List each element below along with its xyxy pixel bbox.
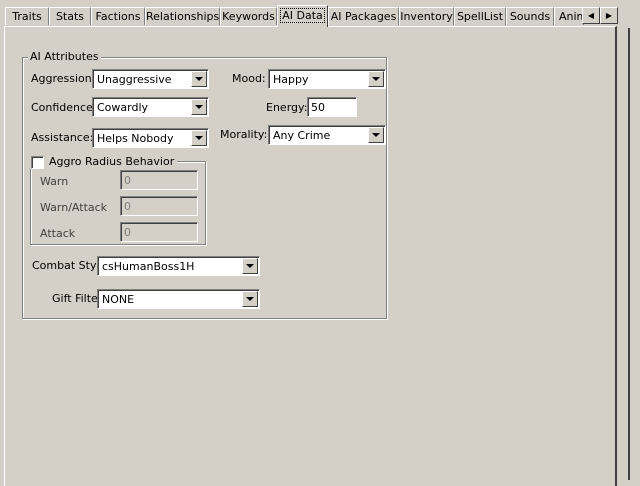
aggro-radius-checkbox[interactable] — [31, 156, 44, 169]
chevron-down-icon — [195, 77, 203, 81]
tab-label: Anim — [559, 10, 583, 23]
morality-value: Any Crime — [273, 129, 331, 142]
warn-label: Warn — [40, 175, 69, 188]
tab-ai-packages[interactable]: AI Packages — [328, 7, 399, 25]
chevron-down-icon — [246, 297, 254, 301]
tab-factions[interactable]: Factions — [91, 7, 145, 25]
aggression-value: Unaggressive — [97, 73, 172, 86]
assistance-label: Assistance: — [31, 131, 94, 144]
tab-label: Inventory — [400, 10, 453, 23]
gift-filter-value: NONE — [102, 293, 135, 306]
dropdown-button[interactable] — [242, 258, 258, 274]
tab-anim[interactable]: Anim — [554, 7, 584, 25]
ai-attributes-title: AI Attributes — [28, 50, 101, 63]
tab-label: Stats — [55, 10, 85, 23]
energy-value: 50 — [311, 101, 325, 114]
dropdown-button[interactable] — [242, 291, 258, 307]
dropdown-button[interactable] — [368, 127, 384, 143]
mood-select[interactable]: Happy — [268, 69, 386, 89]
chevron-down-icon — [246, 264, 254, 268]
combat-style-select[interactable]: csHumanBoss1H — [97, 256, 260, 276]
attack-value: 0 — [124, 226, 131, 239]
arrow-left-icon: ◀ — [587, 11, 595, 20]
confidence-label: Confidence: — [31, 101, 97, 114]
tab-label: Sounds — [509, 10, 551, 23]
confidence-value: Cowardly — [97, 101, 149, 114]
combat-style-value: csHumanBoss1H — [102, 260, 195, 273]
tab-sounds[interactable]: Sounds — [506, 7, 554, 25]
morality-select[interactable]: Any Crime — [268, 125, 386, 145]
warn-attack-label: Warn/Attack — [40, 201, 108, 214]
tab-label: AI Data — [280, 8, 325, 23]
assistance-value: Helps Nobody — [97, 132, 174, 145]
aggression-label: Aggression: — [31, 72, 96, 85]
tab-scroll-right-button[interactable]: ▶ — [600, 7, 618, 24]
aggro-radius-header: Aggro Radius Behavior — [30, 155, 178, 169]
morality-label: Morality: — [220, 128, 268, 141]
tab-scroll-left-button[interactable]: ◀ — [582, 7, 600, 24]
tab-traits[interactable]: Traits — [5, 7, 49, 25]
tab-label: Keywords — [222, 10, 275, 23]
mood-value: Happy — [273, 73, 309, 86]
mood-label: Mood: — [232, 72, 266, 85]
assistance-select[interactable]: Helps Nobody — [92, 128, 209, 148]
dropdown-button[interactable] — [191, 99, 207, 115]
warn-attack-field[interactable]: 0 — [120, 196, 198, 216]
tab-spelllist[interactable]: SpellList — [454, 7, 506, 25]
confidence-select[interactable]: Cowardly — [92, 97, 209, 117]
combat-style-label: Combat Style — [32, 259, 107, 272]
dropdown-button[interactable] — [191, 71, 207, 87]
arrow-right-icon: ▶ — [605, 11, 613, 20]
chevron-down-icon — [372, 133, 380, 137]
attack-label: Attack — [40, 227, 76, 240]
chevron-down-icon — [195, 105, 203, 109]
warn-attack-value: 0 — [124, 200, 131, 213]
dropdown-button[interactable] — [368, 71, 384, 87]
tab-label: AI Packages — [330, 10, 397, 23]
gift-filter-label: Gift Filter — [52, 292, 103, 305]
tab-label: Factions — [95, 10, 141, 23]
tab-relationships[interactable]: Relationships — [145, 7, 220, 25]
warn-field[interactable]: 0 — [120, 170, 198, 190]
chevron-down-icon — [195, 136, 203, 140]
dropdown-button[interactable] — [191, 130, 207, 146]
window-edge — [628, 28, 630, 480]
tab-label: Traits — [12, 10, 42, 23]
warn-value: 0 — [124, 174, 131, 187]
aggro-radius-label: Aggro Radius Behavior — [49, 155, 175, 168]
tab-inventory[interactable]: Inventory — [399, 7, 454, 25]
chevron-down-icon — [372, 77, 380, 81]
tab-label: Relationships — [146, 10, 220, 23]
energy-label: Energy: — [266, 101, 308, 114]
tab-ai-data[interactable]: AI Data — [277, 5, 328, 27]
tab-label: SpellList — [456, 10, 504, 23]
aggression-select[interactable]: Unaggressive — [92, 69, 209, 89]
attack-field[interactable]: 0 — [120, 222, 198, 242]
energy-field[interactable]: 50 — [307, 97, 357, 117]
tab-stats[interactable]: Stats — [49, 7, 91, 25]
tab-keywords[interactable]: Keywords — [220, 7, 277, 25]
gift-filter-select[interactable]: NONE — [97, 289, 260, 309]
tab-strip: Traits Stats Factions Relationships Keyw… — [0, 0, 640, 28]
